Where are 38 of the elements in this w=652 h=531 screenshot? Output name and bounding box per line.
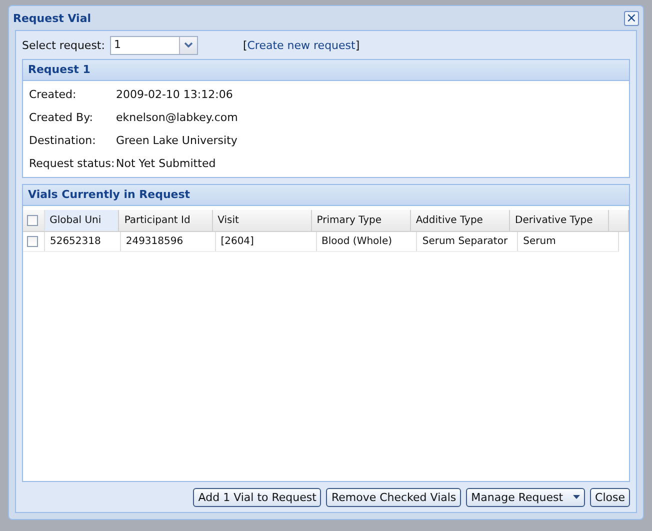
select-all-checkbox[interactable] [27, 215, 38, 226]
column-header[interactable]: Derivative Type [510, 210, 610, 231]
request-dropdown[interactable]: 1 [110, 36, 198, 54]
action-button[interactable]: Close [590, 488, 630, 506]
field-value: 2009-02-10 13:12:06 [116, 88, 233, 101]
column-header[interactable]: Participant Id [119, 210, 213, 231]
action-button[interactable]: Add 1 Vial to Request [193, 488, 322, 506]
column-header[interactable]: Primary Type [312, 210, 411, 231]
table-cell: Blood (Whole) [316, 232, 418, 251]
bracket: [ [242, 38, 248, 52]
panel-header: Request 1 [23, 60, 629, 81]
table-cell: 52652318 [44, 232, 121, 251]
field-value: eknelson@labkey.com [116, 111, 238, 124]
close-button[interactable]: × [624, 10, 639, 26]
field-label: Request status: [29, 157, 116, 170]
field-label: Created By: [29, 111, 94, 124]
table-cell: Serum [518, 232, 619, 251]
dropdown-trigger[interactable] [178, 36, 197, 54]
table-cell: [2604] [216, 232, 317, 251]
column-header[interactable]: Visit [212, 210, 312, 231]
table-cell: 249318596 [120, 232, 216, 251]
table-cell: Serum Separator [417, 232, 518, 251]
bracket: ] [355, 38, 360, 52]
menu-button[interactable]: Manage Request [466, 488, 586, 506]
column-header[interactable]: Global Uni [44, 210, 120, 231]
field-value: Not Yet Submitted [116, 157, 216, 170]
field-label: Destination: [29, 134, 97, 147]
select-label: Select request: [22, 38, 105, 52]
field-value: Green Lake University [116, 134, 238, 147]
row-checkbox[interactable] [27, 236, 38, 247]
chevron-down-icon [184, 42, 193, 48]
column-header[interactable]: Additive Type [410, 210, 510, 231]
panel-header: Vials Currently in Request [23, 185, 629, 206]
action-button[interactable]: Remove Checked Vials [326, 488, 462, 506]
field-label: Created: [29, 88, 78, 101]
window-title: Request Vial [13, 12, 92, 24]
create-request-link[interactable]: Create new request [247, 38, 356, 52]
caret-icon [573, 495, 580, 499]
